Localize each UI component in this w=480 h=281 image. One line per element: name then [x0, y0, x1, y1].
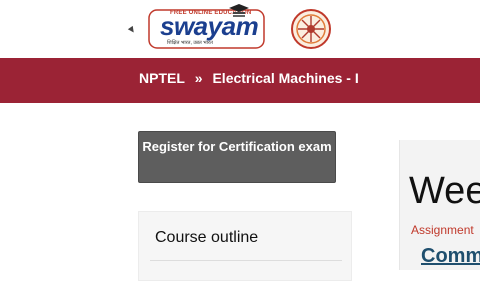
course-outline-title[interactable]: Course outline — [155, 229, 258, 247]
nptel-emblem-icon[interactable] — [290, 8, 332, 50]
breadcrumb-separator: » — [194, 70, 203, 86]
assignment-link[interactable]: Assignment — [411, 223, 474, 237]
common-link[interactable]: Comm — [421, 245, 480, 268]
breadcrumb-course-link[interactable]: Electrical Machines - I — [212, 70, 358, 86]
breadcrumb: NPTEL » Electrical Machines - I — [139, 70, 365, 86]
outline-divider — [150, 260, 342, 261]
register-certification-button[interactable]: Register for Certification exam — [138, 131, 336, 183]
unit-content-clip: Wee Assignment Comm — [399, 140, 480, 270]
swayam-subtitle: शिक्षित भारत, उन्नत भारत — [167, 40, 213, 46]
breadcrumb-nptel-link[interactable]: NPTEL — [139, 70, 185, 86]
week-heading: Wee — [409, 170, 480, 212]
graduation-cap-icon — [229, 4, 249, 17]
